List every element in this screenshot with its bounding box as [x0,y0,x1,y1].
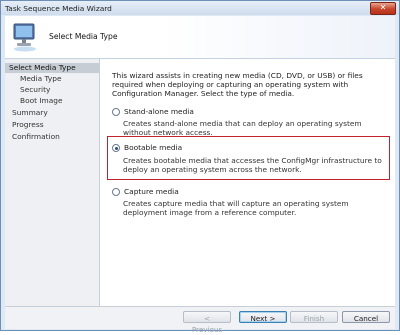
capture-media-description: Creates capture media that will capture … [123,199,349,217]
sidebar-item-boot-image[interactable]: Boot Image [20,96,63,106]
sidebar-item-progress[interactable]: Progress [12,120,44,130]
standalone-media-radio[interactable] [112,108,120,116]
wizard-window: Task Sequence Media Wizard ✕ Select Medi… [0,0,400,334]
standalone-media-label[interactable]: Stand-alone media [124,107,194,116]
sidebar-item-summary[interactable]: Summary [12,108,48,118]
wizard-steps-sidebar: Select Media Type Media Type Security Bo… [5,59,100,306]
wizard-content: This wizard assists in creating new medi… [100,59,395,306]
capture-media-radio[interactable] [112,188,120,196]
bootable-media-radio[interactable] [112,144,120,152]
page-title: Select Media Type [49,32,118,41]
sidebar-item-select-media-type[interactable]: Select Media Type [5,63,99,73]
close-icon: ✕ [379,3,387,12]
close-button[interactable]: ✕ [370,2,396,15]
title-bar[interactable]: Task Sequence Media Wizard ✕ [1,1,399,15]
window-title: Task Sequence Media Wizard [5,4,112,13]
computer-wizard-icon [13,23,36,52]
sidebar-item-security[interactable]: Security [20,85,50,95]
capture-media-label[interactable]: Capture media [124,187,179,196]
cancel-button[interactable]: Cancel [342,311,390,323]
bootable-media-description: Creates bootable media that accesses the… [123,156,382,174]
wizard-header: Select Media Type [5,16,395,59]
finish-button[interactable]: Finish [290,311,338,323]
sidebar-item-confirmation[interactable]: Confirmation [12,132,60,142]
intro-text: This wizard assists in creating new medi… [112,71,363,98]
sidebar-item-media-type[interactable]: Media Type [20,74,62,84]
standalone-media-description: Creates stand-alone media that can deplo… [123,119,362,137]
next-button[interactable]: Next > [239,311,287,323]
bootable-media-label[interactable]: Bootable media [124,143,182,152]
previous-button[interactable]: < Previous [183,311,231,334]
wizard-footer: < Previous Next > Finish Cancel [5,306,395,334]
